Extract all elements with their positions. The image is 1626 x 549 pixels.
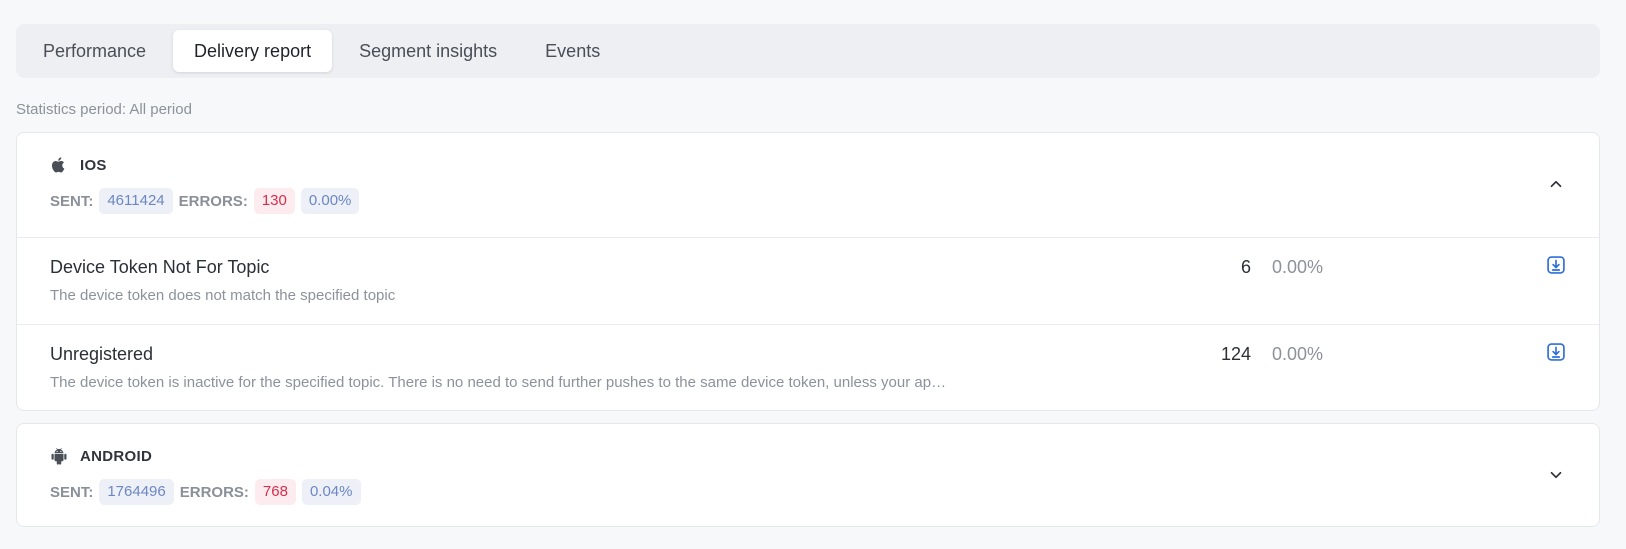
error-row-unregistered: Unregistered The device token is inactiv… bbox=[17, 324, 1599, 410]
error-row-device-token-not-for-topic: Device Token Not For Topic The device to… bbox=[17, 237, 1599, 324]
android-error-rate: 0.04% bbox=[301, 479, 361, 505]
statistics-period: Statistics period: All period bbox=[16, 101, 192, 118]
ios-platform-name: IOS bbox=[80, 156, 107, 174]
errors-label: ERRORS: bbox=[178, 192, 248, 210]
ios-error-rate: 0.00% bbox=[300, 188, 360, 214]
download-icon[interactable] bbox=[1546, 255, 1566, 275]
android-icon bbox=[51, 447, 67, 465]
error-percent: 0.00% bbox=[1272, 257, 1324, 277]
error-title: Unregistered bbox=[50, 344, 154, 364]
sent-label: SENT: bbox=[50, 192, 94, 210]
ios-sent-count: 4611424 bbox=[99, 188, 173, 214]
android-card-header[interactable]: ANDROID SENT: 1764496 ERRORS: 768 0.04% bbox=[17, 424, 1599, 526]
tab-delivery-report[interactable]: Delivery report bbox=[173, 30, 333, 72]
ios-errors-count: 130 bbox=[253, 188, 295, 214]
error-count: 6 bbox=[1240, 257, 1251, 277]
android-errors-count: 768 bbox=[254, 479, 296, 505]
android-platform-title: ANDROID bbox=[50, 446, 152, 466]
android-stats: SENT: 1764496 ERRORS: 768 0.04% bbox=[50, 479, 361, 505]
android-platform-card: ANDROID SENT: 1764496 ERRORS: 768 0.04% bbox=[16, 423, 1600, 527]
error-title: Device Token Not For Topic bbox=[50, 257, 270, 277]
error-count: 124 bbox=[1220, 344, 1251, 364]
chevron-up-icon[interactable] bbox=[1547, 175, 1565, 193]
ios-platform-card: IOS SENT: 4611424 ERRORS: 130 0.00% Devi… bbox=[16, 132, 1600, 411]
download-icon[interactable] bbox=[1546, 342, 1566, 362]
ios-platform-title: IOS bbox=[50, 155, 107, 175]
errors-label: ERRORS: bbox=[179, 483, 249, 501]
chevron-down-icon[interactable] bbox=[1547, 466, 1565, 484]
tab-segment-insights[interactable]: Segment insights bbox=[338, 30, 518, 72]
tab-performance[interactable]: Performance bbox=[22, 30, 167, 72]
error-description: The device token is inactive for the spe… bbox=[50, 374, 947, 391]
android-sent-count: 1764496 bbox=[99, 479, 174, 505]
ios-card-header[interactable]: IOS SENT: 4611424 ERRORS: 130 0.00% bbox=[17, 133, 1599, 237]
android-platform-name: ANDROID bbox=[80, 447, 153, 465]
tab-events[interactable]: Events bbox=[524, 30, 621, 72]
error-percent: 0.00% bbox=[1272, 344, 1324, 364]
apple-icon bbox=[51, 157, 65, 173]
sent-label: SENT: bbox=[50, 483, 94, 501]
ios-stats: SENT: 4611424 ERRORS: 130 0.00% bbox=[50, 188, 360, 214]
report-tabs: Performance Delivery report Segment insi… bbox=[16, 24, 1600, 78]
error-description: The device token does not match the spec… bbox=[50, 287, 396, 304]
